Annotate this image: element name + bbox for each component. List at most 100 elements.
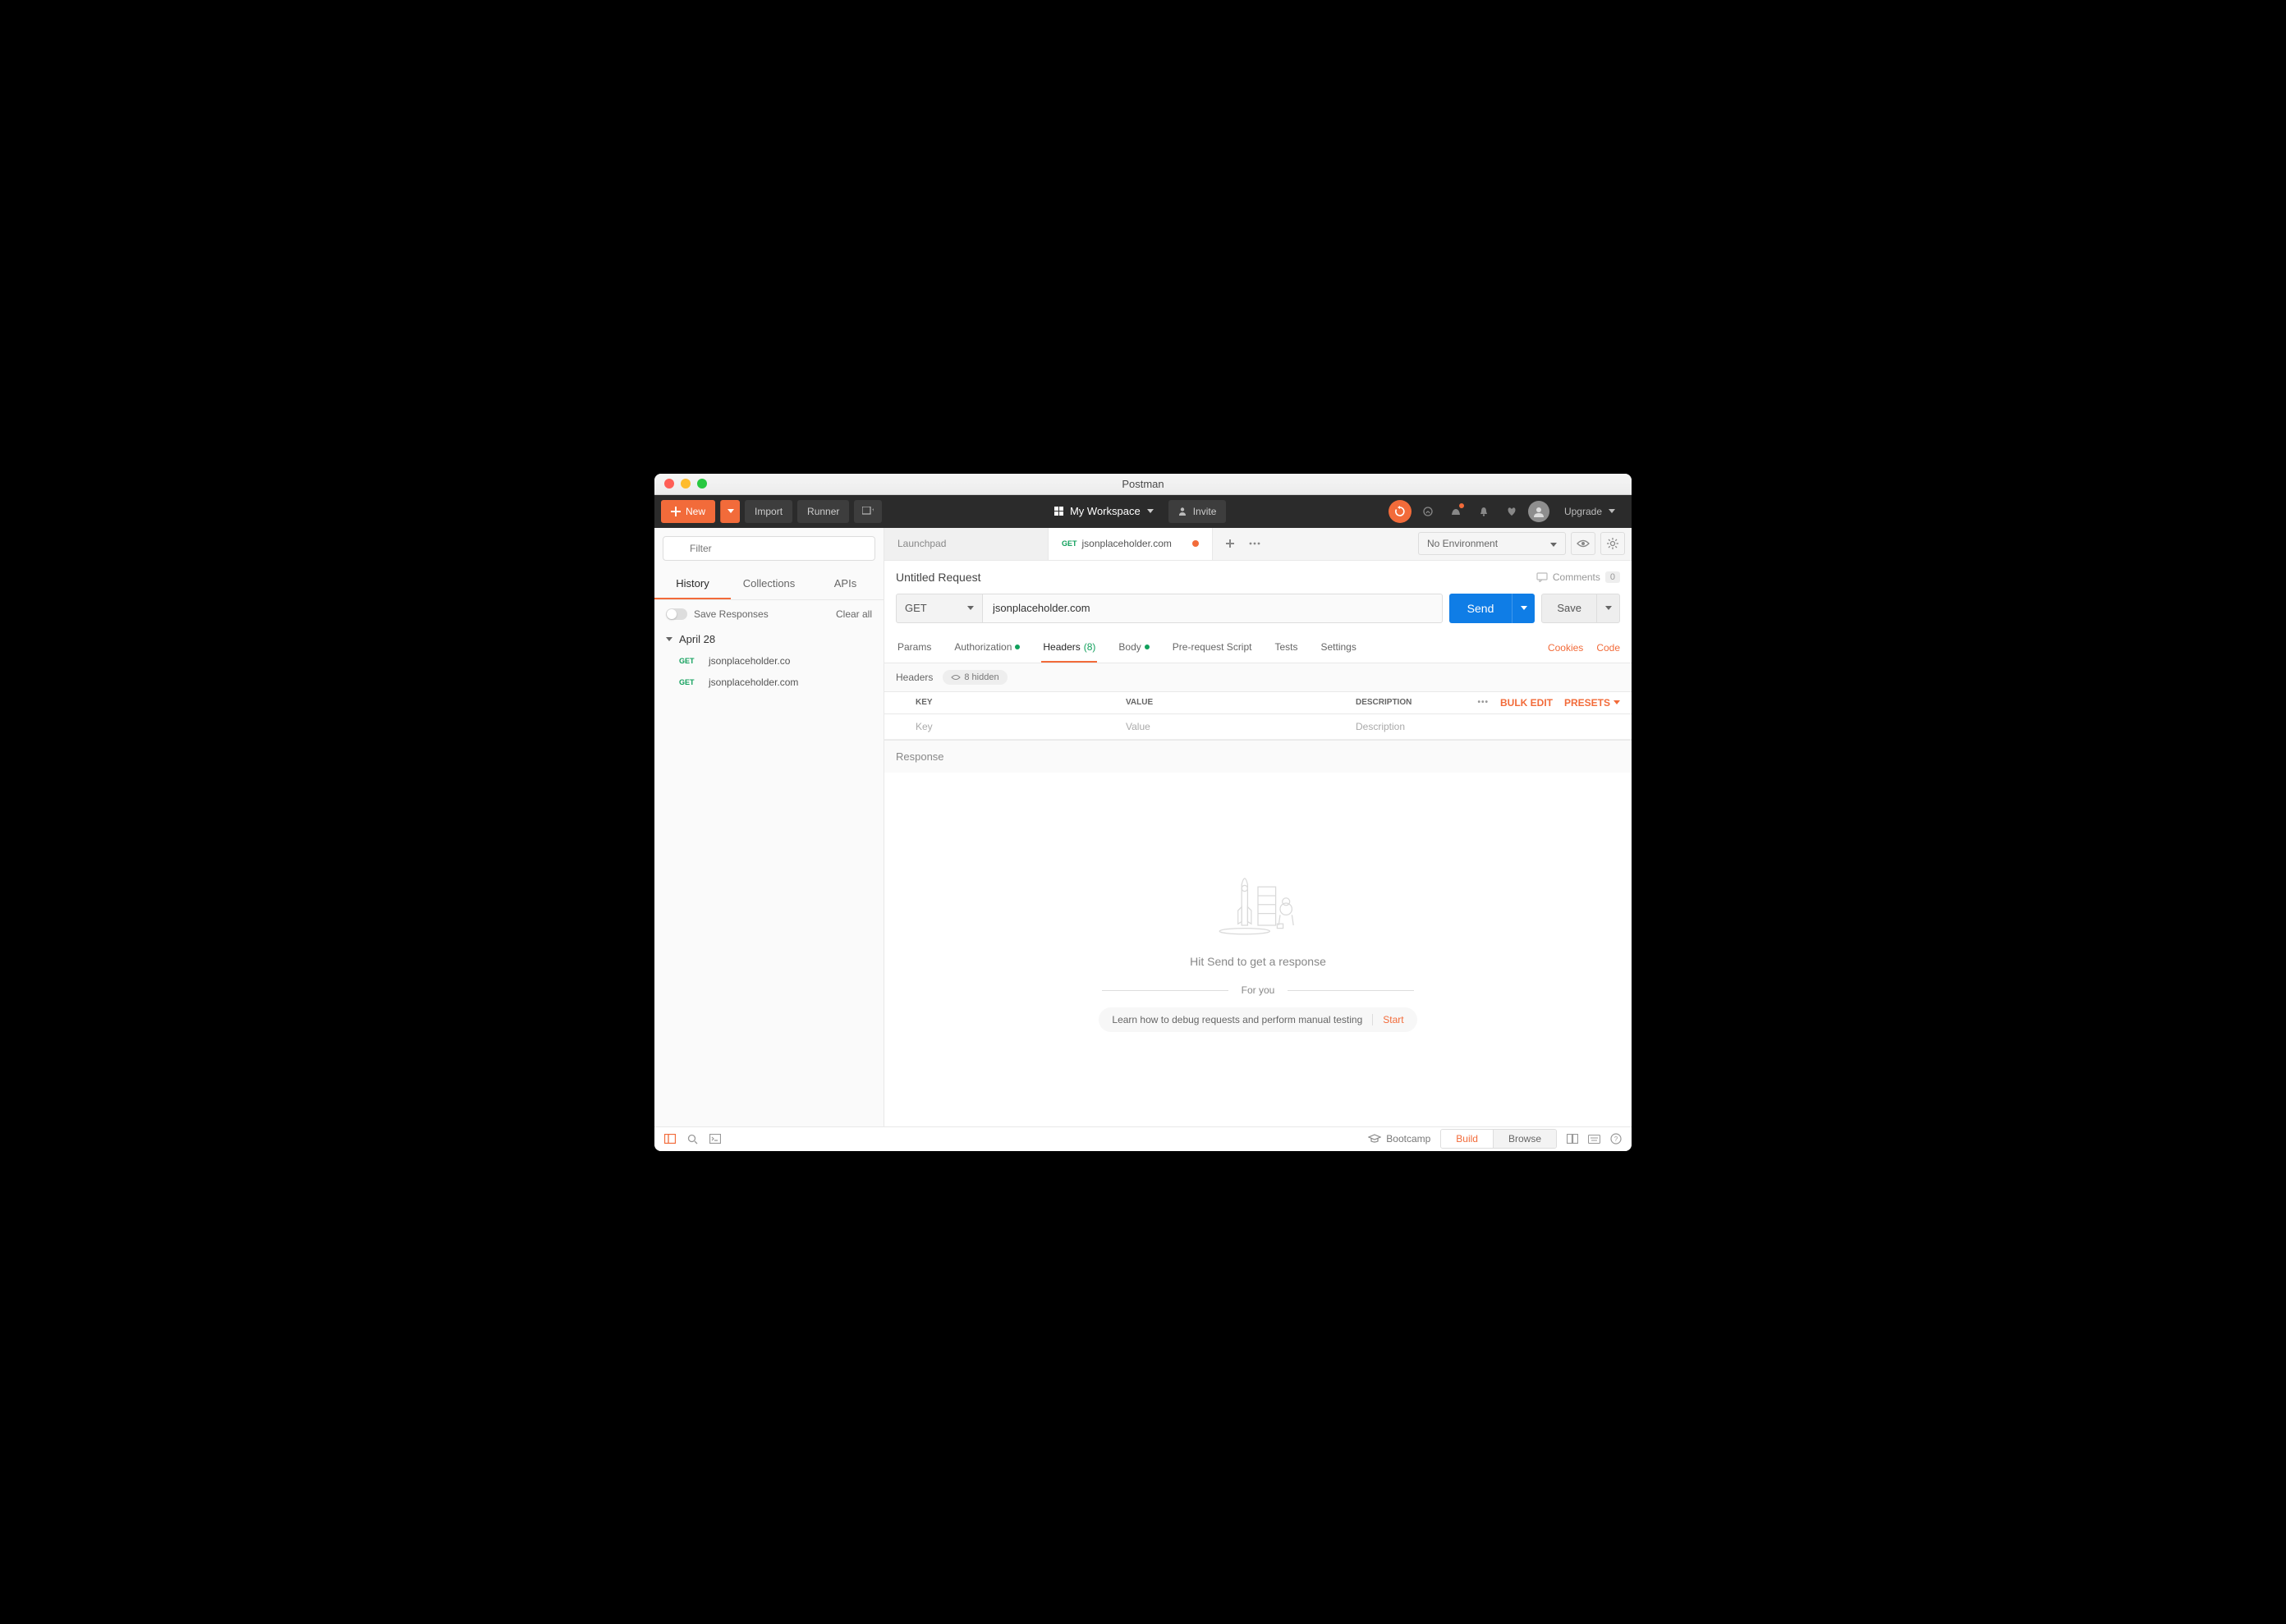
history-item[interactable]: GET jsonplaceholder.co	[654, 650, 884, 672]
window-manager-button[interactable]: +	[854, 500, 882, 523]
runner-button[interactable]: Runner	[797, 500, 849, 523]
tab-settings[interactable]: Settings	[1320, 633, 1358, 663]
env-quicklook-button[interactable]	[1571, 532, 1595, 555]
description-cell[interactable]: Description	[1356, 721, 1620, 732]
cookies-link[interactable]: Cookies	[1548, 642, 1583, 654]
tab-launchpad[interactable]: Launchpad	[884, 528, 1049, 560]
tab-headers[interactable]: Headers (8)	[1041, 633, 1097, 663]
value-cell[interactable]: Value	[1126, 721, 1356, 732]
help-button[interactable]: ?	[1610, 1133, 1622, 1145]
settings-button[interactable]	[1600, 532, 1625, 555]
satellite-icon	[1421, 505, 1434, 518]
bell-button[interactable]	[1472, 500, 1495, 523]
lesson-start-button[interactable]: Start	[1372, 1014, 1403, 1025]
upgrade-button[interactable]: Upgrade	[1554, 500, 1625, 523]
plus-icon	[671, 507, 681, 516]
table-options-button[interactable]: •••	[1477, 698, 1489, 707]
svg-text:+: +	[872, 508, 874, 513]
dots-icon	[1249, 542, 1260, 545]
sync-button[interactable]	[1389, 500, 1412, 523]
minimize-window-button[interactable]	[681, 479, 691, 489]
plus-icon	[1225, 539, 1235, 548]
new-button-label: New	[686, 506, 705, 517]
history-item-url: jsonplaceholder.co	[709, 655, 790, 667]
environment-selector[interactable]: No Environment	[1418, 532, 1566, 555]
keyboard-icon	[1588, 1135, 1600, 1144]
eye-icon	[1577, 539, 1590, 548]
method-select[interactable]: GET	[896, 594, 983, 623]
sync-icon	[1394, 506, 1406, 517]
response-body: Hit Send to get a response For you Learn…	[884, 773, 1632, 1126]
tab-collections[interactable]: Collections	[731, 569, 807, 599]
presets-link[interactable]: Presets	[1564, 697, 1620, 709]
workspace-selector[interactable]: My Workspace	[1044, 500, 1164, 523]
url-input[interactable]	[983, 594, 1443, 623]
bootcamp-label: Bootcamp	[1386, 1133, 1430, 1145]
tab-request-active[interactable]: GET jsonplaceholder.com	[1049, 528, 1213, 560]
request-tabs: Params Authorization Headers (8) Body Pr…	[884, 633, 1632, 663]
code-link[interactable]: Code	[1596, 642, 1620, 654]
chevron-down-icon	[967, 606, 974, 610]
sidebar-icon	[664, 1134, 676, 1144]
tab-tests[interactable]: Tests	[1273, 633, 1299, 663]
filter-input[interactable]	[663, 536, 875, 561]
hidden-label: 8 hidden	[964, 672, 998, 682]
tab-prerequest[interactable]: Pre-request Script	[1171, 633, 1254, 663]
method-badge: GET	[679, 657, 699, 665]
history-item[interactable]: GET jsonplaceholder.com	[654, 672, 884, 693]
new-dropdown-button[interactable]	[720, 500, 740, 523]
add-tab-button[interactable]	[1219, 533, 1241, 554]
tab-authorization[interactable]: Authorization	[952, 633, 1021, 663]
history-date-group[interactable]: April 28	[654, 628, 884, 650]
status-dot-icon	[1015, 645, 1020, 649]
satellite-button[interactable]	[1416, 500, 1439, 523]
tab-body[interactable]: Body	[1117, 633, 1150, 663]
window-controls	[654, 479, 707, 489]
clear-all-button[interactable]: Clear all	[836, 608, 872, 620]
upgrade-label: Upgrade	[1564, 506, 1602, 517]
build-mode-button[interactable]: Build	[1441, 1130, 1493, 1148]
browse-mode-button[interactable]: Browse	[1493, 1130, 1556, 1148]
close-window-button[interactable]	[664, 479, 674, 489]
bootcamp-button[interactable]: Bootcamp	[1368, 1133, 1430, 1145]
titlebar: Postman	[654, 474, 1632, 495]
invite-button[interactable]: Invite	[1168, 500, 1227, 523]
tab-history[interactable]: History	[654, 569, 731, 599]
save-button[interactable]: Save	[1541, 594, 1597, 623]
for-you-divider: For you	[1102, 984, 1414, 996]
tab-params[interactable]: Params	[896, 633, 933, 663]
comments-button[interactable]: Comments 0	[1536, 571, 1620, 583]
find-button[interactable]	[687, 1134, 698, 1145]
statusbar: Bootcamp Build Browse ?	[654, 1126, 1632, 1151]
import-button[interactable]: Import	[745, 500, 792, 523]
keyboard-shortcuts-button[interactable]	[1588, 1135, 1600, 1144]
filter-box	[663, 536, 875, 561]
bulk-edit-link[interactable]: Bulk Edit	[1500, 697, 1553, 709]
panel-toggle-button[interactable]	[664, 1134, 676, 1144]
send-dropdown-button[interactable]	[1512, 594, 1535, 623]
tab-menu-button[interactable]	[1244, 533, 1265, 554]
help-icon: ?	[1610, 1133, 1622, 1145]
grid-icon	[1054, 507, 1063, 516]
layout-button[interactable]	[1567, 1134, 1578, 1144]
chevron-down-icon	[1614, 700, 1620, 704]
notifications-button[interactable]	[1444, 500, 1467, 523]
console-button[interactable]	[709, 1134, 721, 1144]
tab-method-badge: GET	[1062, 539, 1077, 548]
eye-icon	[951, 674, 961, 681]
favorites-button[interactable]	[1500, 500, 1523, 523]
avatar-button[interactable]	[1528, 501, 1549, 522]
hidden-headers-pill[interactable]: 8 hidden	[943, 670, 1007, 685]
tab-label: Body	[1118, 641, 1141, 653]
new-button[interactable]: New	[661, 500, 715, 523]
key-cell[interactable]: Key	[896, 721, 1126, 732]
col-value: VALUE	[1126, 698, 1356, 707]
comments-count: 0	[1605, 571, 1620, 583]
maximize-window-button[interactable]	[697, 479, 707, 489]
tab-apis[interactable]: APIs	[807, 569, 884, 599]
save-responses-toggle[interactable]	[666, 608, 687, 620]
save-dropdown-button[interactable]	[1597, 594, 1620, 623]
send-button[interactable]: Send	[1449, 594, 1513, 623]
headers-empty-row[interactable]: Key Value Description	[884, 714, 1632, 740]
heart-icon	[1506, 506, 1517, 517]
